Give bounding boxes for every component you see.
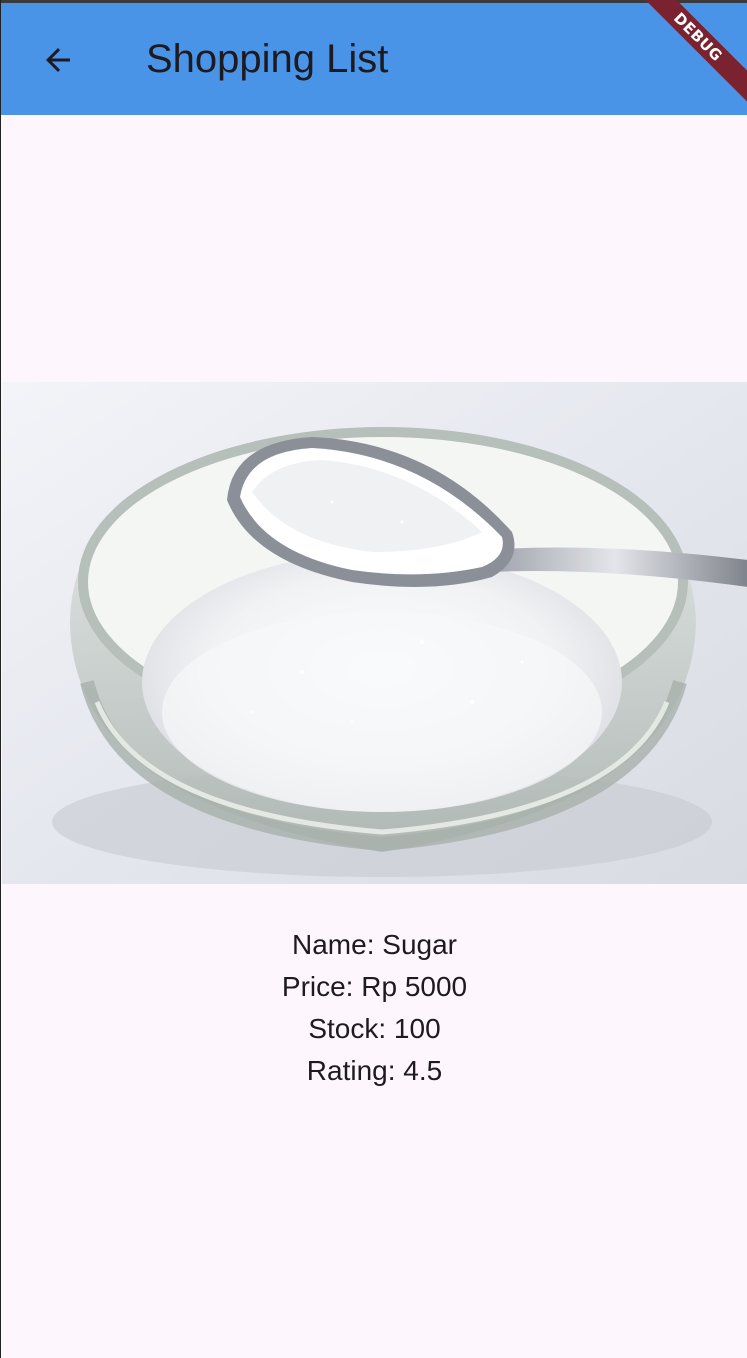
- product-details: Name: Sugar Price: Rp 5000 Stock: 100 Ra…: [1, 924, 747, 1092]
- product-price: Price: Rp 5000: [281, 971, 468, 1002]
- arrow-back-icon: [46, 48, 70, 72]
- back-button[interactable]: [29, 31, 87, 89]
- app-bar: Shopping List: [1, 3, 747, 115]
- product-rating: Rating: 4.5: [306, 1055, 443, 1086]
- app-screen: Shopping List DEBUG Name: Sugar Price: R…: [0, 0, 747, 1358]
- page-title: Shopping List: [146, 37, 389, 81]
- product-image: [2, 382, 747, 884]
- product-name: Name: Sugar: [292, 929, 457, 960]
- product-stock: Stock: 100: [308, 1013, 441, 1044]
